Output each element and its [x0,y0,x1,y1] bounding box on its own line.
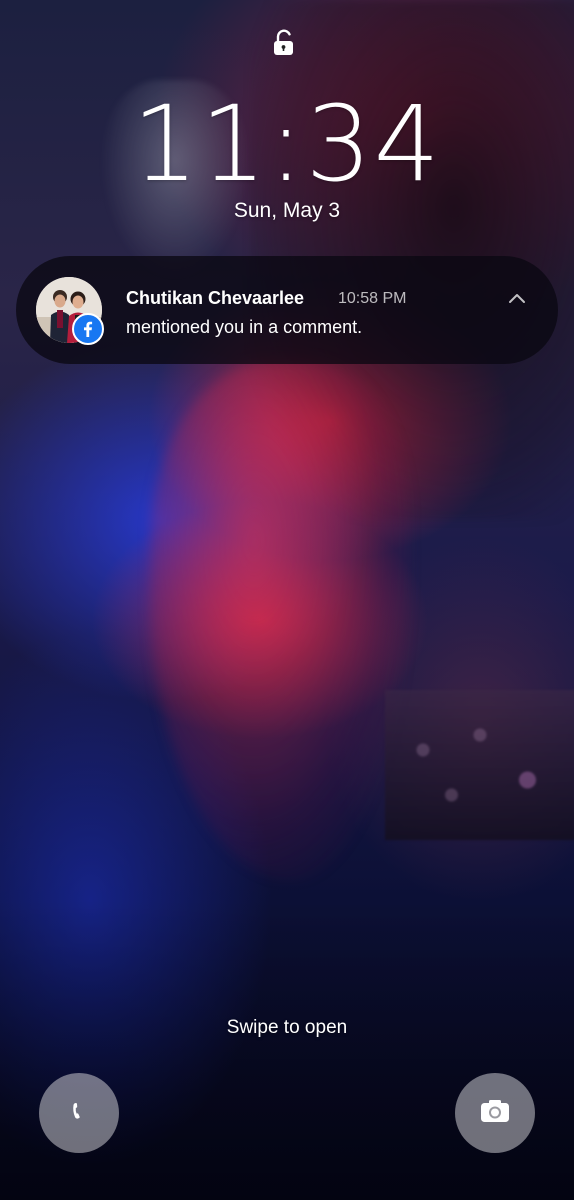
lock-screen[interactable]: 11:34 Sun, May 3 Chutikan Chevaarlee 10:… [0,0,574,1200]
phone-shortcut-button[interactable] [39,1073,119,1153]
notification-avatar-group [36,277,104,345]
notification-time: 10:58 PM [338,290,407,307]
notification-sender: Chutikan Chevaarlee [126,288,305,308]
lock-clock: 11:34 [132,83,442,205]
camera-shortcut-button[interactable] [455,1073,535,1153]
lock-date: Sun, May 3 [233,199,341,222]
notification-card[interactable]: Chutikan Chevaarlee 10:58 PM mentioned y… [16,256,558,364]
unlocked-padlock-icon[interactable] [269,28,299,58]
chevron-up-icon[interactable] [502,284,532,314]
swipe-hint: Swipe to open [226,1017,348,1038]
notification-message: mentioned you in a comment. [126,317,363,337]
facebook-icon [72,313,104,345]
camera-icon [478,1096,512,1131]
phone-icon [65,1097,93,1130]
